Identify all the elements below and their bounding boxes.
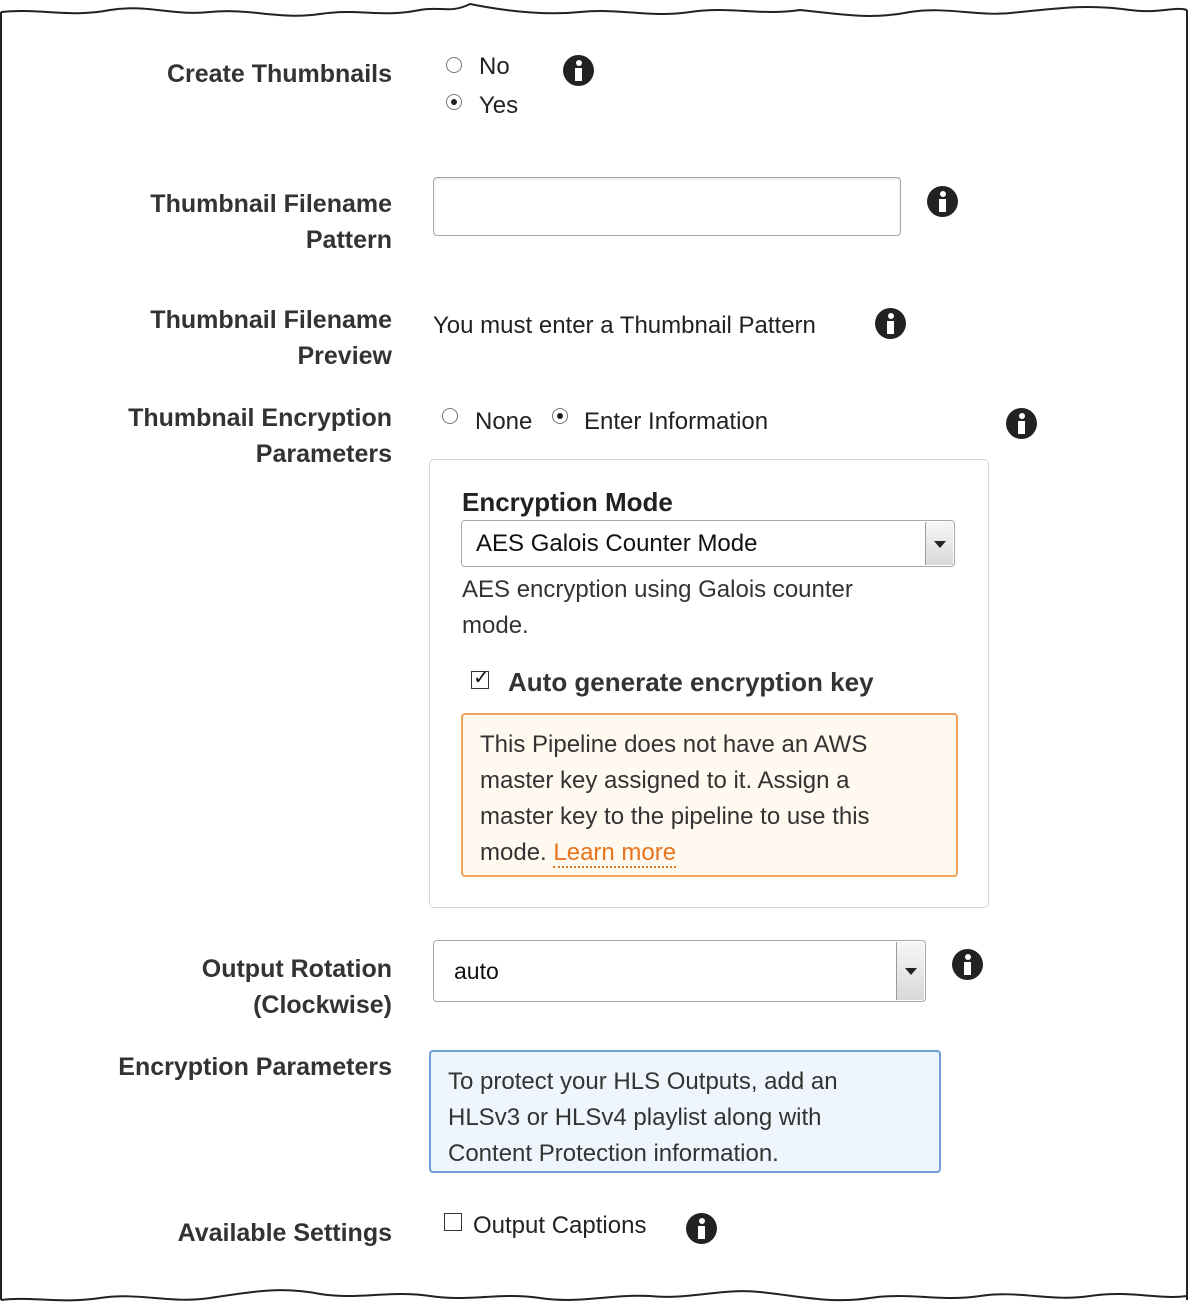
thumbnail-encryption-none-radio[interactable] (442, 408, 458, 424)
auto-generate-key-label: Auto generate encryption key (508, 667, 874, 697)
note-line3: Content Protection information. (448, 1140, 779, 1167)
create-thumbnails-yes-label: Yes (479, 92, 519, 119)
encryption-mode-label: Encryption Mode (462, 487, 673, 517)
master-key-warning: This Pipeline does not have an AWS maste… (461, 713, 958, 877)
thumbnail-encryption-none-label: None (475, 408, 533, 435)
output-rotation-label-line1: Output Rotation (201, 955, 392, 983)
warning-line3: master key to the pipeline to use this (480, 803, 870, 830)
output-rotation-value: auto (454, 958, 499, 984)
thumbnail-filename-preview-text: You must enter a Thumbnail Pattern (433, 312, 816, 339)
info-icon[interactable] (952, 949, 983, 980)
warning-line4-prefix: mode. (480, 839, 547, 866)
thumbnail-filename-pattern-input[interactable] (433, 177, 901, 236)
note-line1: To protect your HLS Outputs, add an (448, 1068, 838, 1095)
encryption-info-panel: Encryption Mode AES Galois Counter Mode … (429, 459, 989, 908)
thumbnail-filename-preview-label: Thumbnail Filename Preview (150, 302, 392, 374)
warning-line4: mode. Learn more (480, 835, 939, 871)
thumbnail-encryption-label-line2: Parameters (255, 440, 392, 468)
thumbnail-filename-pattern-label-line1: Thumbnail Filename (150, 190, 392, 218)
info-icon[interactable] (1006, 408, 1037, 439)
info-icon[interactable] (686, 1213, 717, 1244)
auto-generate-key-checkbox[interactable]: ✓ (471, 667, 490, 689)
encryption-parameters-label: Encryption Parameters (118, 1053, 392, 1081)
create-thumbnails-yes-radio[interactable] (446, 94, 462, 110)
output-rotation-label: Output Rotation (Clockwise) (202, 951, 392, 1023)
output-rotation-select[interactable]: auto (433, 940, 926, 1002)
warning-line1: This Pipeline does not have an AWS (480, 731, 868, 758)
output-captions-label: Output Captions (473, 1212, 647, 1239)
info-icon[interactable] (875, 308, 906, 339)
thumbnail-encryption-label-line1: Thumbnail Encryption (128, 404, 392, 432)
create-thumbnails-no-radio[interactable] (446, 57, 462, 73)
create-thumbnails-label: Create Thumbnails (166, 60, 392, 88)
output-captions-checkbox[interactable] (444, 1213, 462, 1231)
learn-more-link[interactable]: Learn more (553, 839, 677, 868)
encryption-mode-description-line2: mode. (462, 612, 529, 639)
info-icon[interactable] (563, 55, 594, 86)
hls-protection-note: To protect your HLS Outputs, add an HLSv… (429, 1050, 941, 1173)
thumbnail-filename-pattern-label-line2: Pattern (305, 226, 392, 254)
encryption-mode-select[interactable]: AES Galois Counter Mode (461, 520, 955, 567)
thumbnail-filename-preview-label-line1: Thumbnail Filename (150, 306, 392, 334)
chevron-down-icon[interactable] (925, 522, 953, 565)
thumbnail-encryption-label: Thumbnail Encryption Parameters (128, 400, 392, 472)
encryption-mode-description-line1: AES encryption using Galois counter (462, 576, 853, 603)
chevron-down-icon[interactable] (896, 942, 924, 1000)
thumbnail-encryption-enter-info-label: Enter Information (584, 408, 769, 435)
encryption-mode-value: AES Galois Counter Mode (476, 530, 758, 557)
thumbnail-filename-pattern-label: Thumbnail Filename Pattern (150, 186, 392, 258)
available-settings-label: Available Settings (177, 1219, 392, 1247)
note-line2: HLSv3 or HLSv4 playlist along with (448, 1104, 822, 1131)
thumbnail-filename-preview-label-line2: Preview (297, 342, 392, 370)
thumbnail-encryption-enter-info-radio[interactable] (552, 408, 568, 424)
warning-line2: master key assigned to it. Assign a (480, 767, 850, 794)
create-thumbnails-no-label: No (479, 53, 510, 80)
output-rotation-label-line2: (Clockwise) (253, 991, 392, 1019)
info-icon[interactable] (927, 186, 958, 217)
encryption-mode-description: AES encryption using Galois counter mode… (462, 572, 853, 644)
checkmark-icon: ✓ (473, 667, 490, 689)
